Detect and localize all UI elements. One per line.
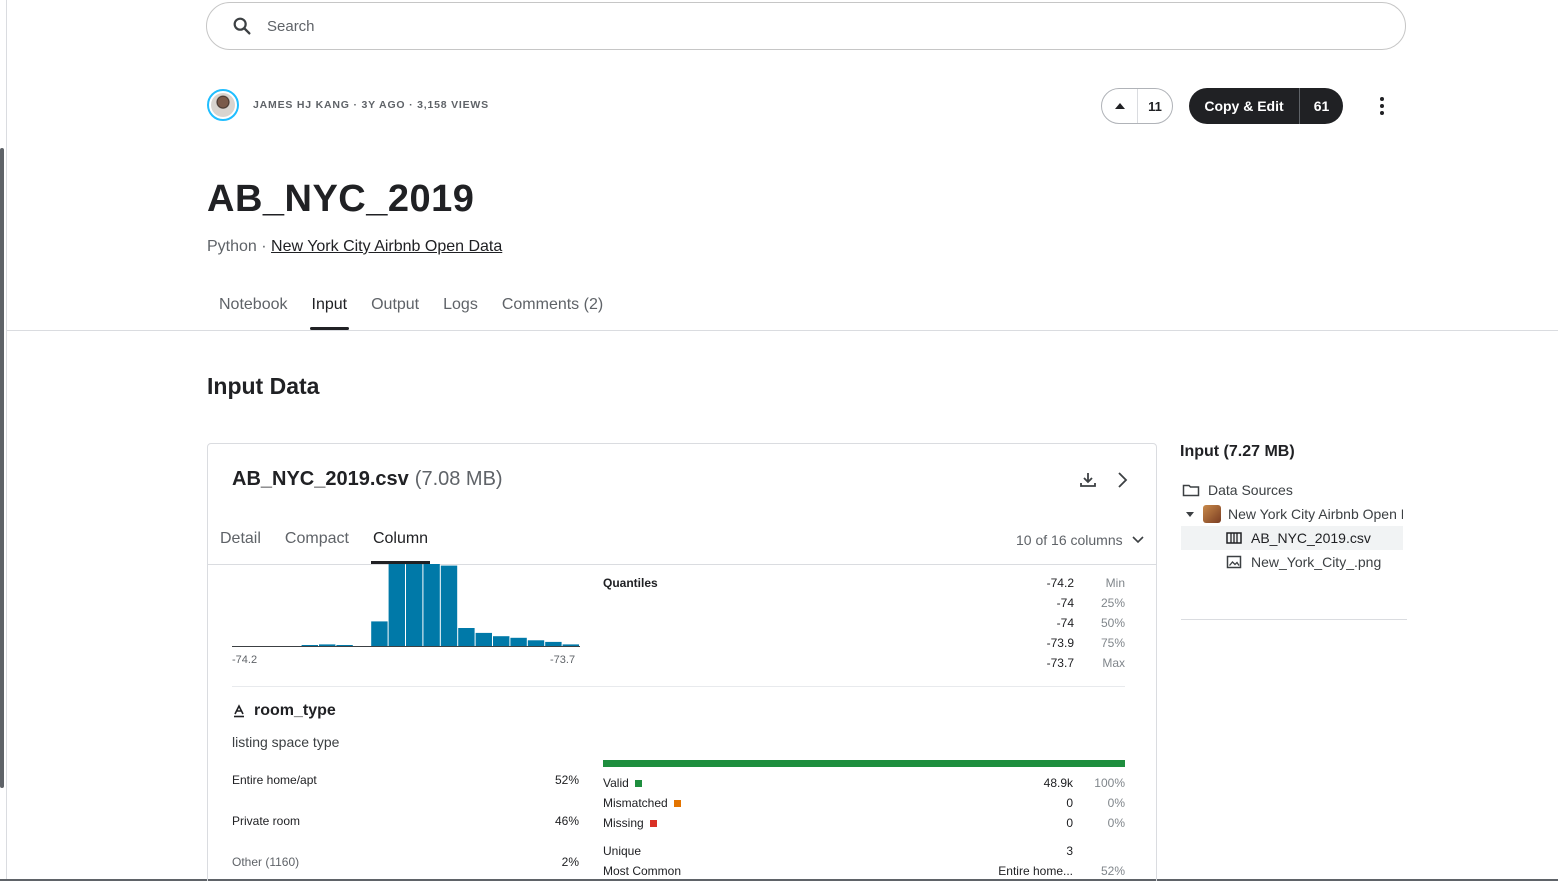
category-row: Other (1160) 2% xyxy=(232,855,579,869)
histogram-bar[interactable] xyxy=(545,641,562,646)
histogram-bar[interactable] xyxy=(336,645,353,646)
file-view-tabs: Detail Compact Column xyxy=(208,530,440,564)
image-icon xyxy=(1226,555,1242,569)
missing-legend-square xyxy=(649,819,657,827)
quantiles-label: Quantiles xyxy=(603,576,658,590)
copy-edit-button[interactable]: Copy & Edit 61 xyxy=(1189,88,1343,124)
input-sidebar-title: Input (7.27 MB) xyxy=(1180,443,1295,460)
left-scrollbar[interactable] xyxy=(0,148,4,788)
folder-icon xyxy=(1182,484,1200,497)
more-options-icon[interactable] xyxy=(1372,94,1392,118)
histogram-bar[interactable] xyxy=(475,632,492,646)
tab-output[interactable]: Output xyxy=(359,296,431,330)
dataset-link[interactable]: New York City Airbnb Open Data xyxy=(271,238,502,255)
caret-up-icon xyxy=(1114,103,1125,109)
card-actions xyxy=(1078,470,1132,490)
tab-detail[interactable]: Detail xyxy=(208,530,273,564)
page-left-border xyxy=(6,0,7,881)
copy-edit-label: Copy & Edit xyxy=(1204,98,1284,114)
histogram-bar[interactable] xyxy=(510,637,527,646)
tree-item-csv[interactable]: AB_NYC_2019.csv xyxy=(1181,526,1403,550)
vote-widget: 11 xyxy=(1101,88,1173,124)
stat-row-most-common: Most Common Entire home... 52% xyxy=(603,864,1125,878)
avatar[interactable] xyxy=(207,89,239,121)
column-divider xyxy=(232,686,1125,687)
quantiles-table: -74.2 Min -74 25% -74 50% -73.9 75% -73.7 Max xyxy=(968,576,1125,676)
column-header: room_type xyxy=(232,702,336,720)
chevron-right-icon[interactable] xyxy=(1112,470,1132,490)
tree-item-png[interactable]: New_York_City_.png xyxy=(1181,550,1403,574)
histogram-bar[interactable] xyxy=(301,645,318,646)
file-title: AB_NYC_2019.csv (7.08 MB) xyxy=(232,468,503,491)
tab-compact[interactable]: Compact xyxy=(273,530,361,564)
file-preview-card: AB_NYC_2019.csv (7.08 MB) Detail Compact … xyxy=(207,443,1157,881)
stat-row-unique: Unique 3 xyxy=(603,844,1073,858)
column-selector-label: 10 of 16 columns xyxy=(1016,532,1123,548)
histogram-bar[interactable] xyxy=(388,564,405,646)
file-name: AB_NYC_2019.csv xyxy=(232,468,409,490)
stat-row-missing: Missing 0 0% xyxy=(603,816,1125,830)
histogram-min-label: -74.2 xyxy=(232,654,258,666)
category-row: Entire home/apt 52% xyxy=(232,773,579,787)
valid-progress-bar xyxy=(603,760,1125,767)
section-title: Input Data xyxy=(207,373,320,399)
string-type-icon xyxy=(234,704,244,718)
search-bar[interactable] xyxy=(206,2,1406,50)
dataset-thumbnail-icon xyxy=(1203,505,1221,523)
upvote-button[interactable] xyxy=(1102,89,1138,123)
sidebar-divider xyxy=(1181,619,1407,620)
caret-down-icon xyxy=(1186,512,1194,517)
quantile-row: -74.2 Min xyxy=(1046,576,1125,590)
histogram-bar[interactable] xyxy=(319,644,336,646)
tab-input[interactable]: Input xyxy=(300,296,360,330)
quantile-row: -73.7 Max xyxy=(1046,656,1125,670)
histogram-bar[interactable] xyxy=(440,565,458,646)
histogram-bar[interactable] xyxy=(493,636,510,646)
tab-column[interactable]: Column xyxy=(361,530,440,564)
histogram-bar[interactable] xyxy=(423,564,440,646)
tabs-divider xyxy=(6,330,1558,331)
histogram-bar[interactable] xyxy=(562,644,579,646)
tree-item-dataset[interactable]: New York City Airbnb Open Data xyxy=(1181,502,1403,526)
tab-logs[interactable]: Logs xyxy=(431,296,490,330)
longitude-histogram xyxy=(232,564,580,647)
quantile-row: -74 25% xyxy=(1056,596,1125,610)
tab-comments[interactable]: Comments (2) xyxy=(490,296,615,330)
input-file-tree: Data Sources New York City Airbnb Open D… xyxy=(1181,478,1403,574)
column-name: room_type xyxy=(254,702,336,719)
stat-row-valid: Valid 48.9k 100% xyxy=(603,776,1125,790)
notebook-tabs: Notebook Input Output Logs Comments (2) xyxy=(207,296,615,330)
language-label: Python xyxy=(207,238,257,255)
mismatched-legend-square xyxy=(673,799,681,807)
search-input[interactable] xyxy=(267,17,1367,35)
tree-item-data-sources[interactable]: Data Sources xyxy=(1181,478,1403,502)
valid-legend-square xyxy=(634,779,642,787)
quantile-row: -73.9 75% xyxy=(1046,636,1125,650)
download-icon[interactable] xyxy=(1078,470,1098,490)
table-icon xyxy=(1226,532,1242,544)
stat-row-mismatched: Mismatched 0 0% xyxy=(603,796,1125,810)
histogram-bar[interactable] xyxy=(527,640,545,646)
copy-edit-count: 61 xyxy=(1313,98,1330,114)
histogram-bar[interactable] xyxy=(406,564,423,646)
category-row: Private room 46% xyxy=(232,814,579,828)
tab-notebook[interactable]: Notebook xyxy=(207,296,300,330)
quantile-row: -74 50% xyxy=(1056,616,1125,630)
author-row: JAMES HJ KANG · 3Y AGO · 3,158 VIEWS xyxy=(207,89,489,121)
histogram-bar[interactable] xyxy=(371,621,388,646)
chevron-down-icon xyxy=(1132,536,1144,544)
file-size: (7.08 MB) xyxy=(414,468,503,490)
vote-count: 11 xyxy=(1148,98,1162,114)
page-title: AB_NYC_2019 xyxy=(207,178,475,220)
histogram-max-label: -73.7 xyxy=(550,654,576,666)
search-icon xyxy=(233,17,251,35)
notebook-subtitle: Python · New York City Airbnb Open Data xyxy=(207,238,503,255)
column-selector[interactable]: 10 of 16 columns xyxy=(1016,532,1145,548)
author-meta: JAMES HJ KANG · 3Y AGO · 3,158 VIEWS xyxy=(253,99,489,111)
column-description: listing space type xyxy=(232,734,340,750)
histogram-bar[interactable] xyxy=(458,628,475,646)
